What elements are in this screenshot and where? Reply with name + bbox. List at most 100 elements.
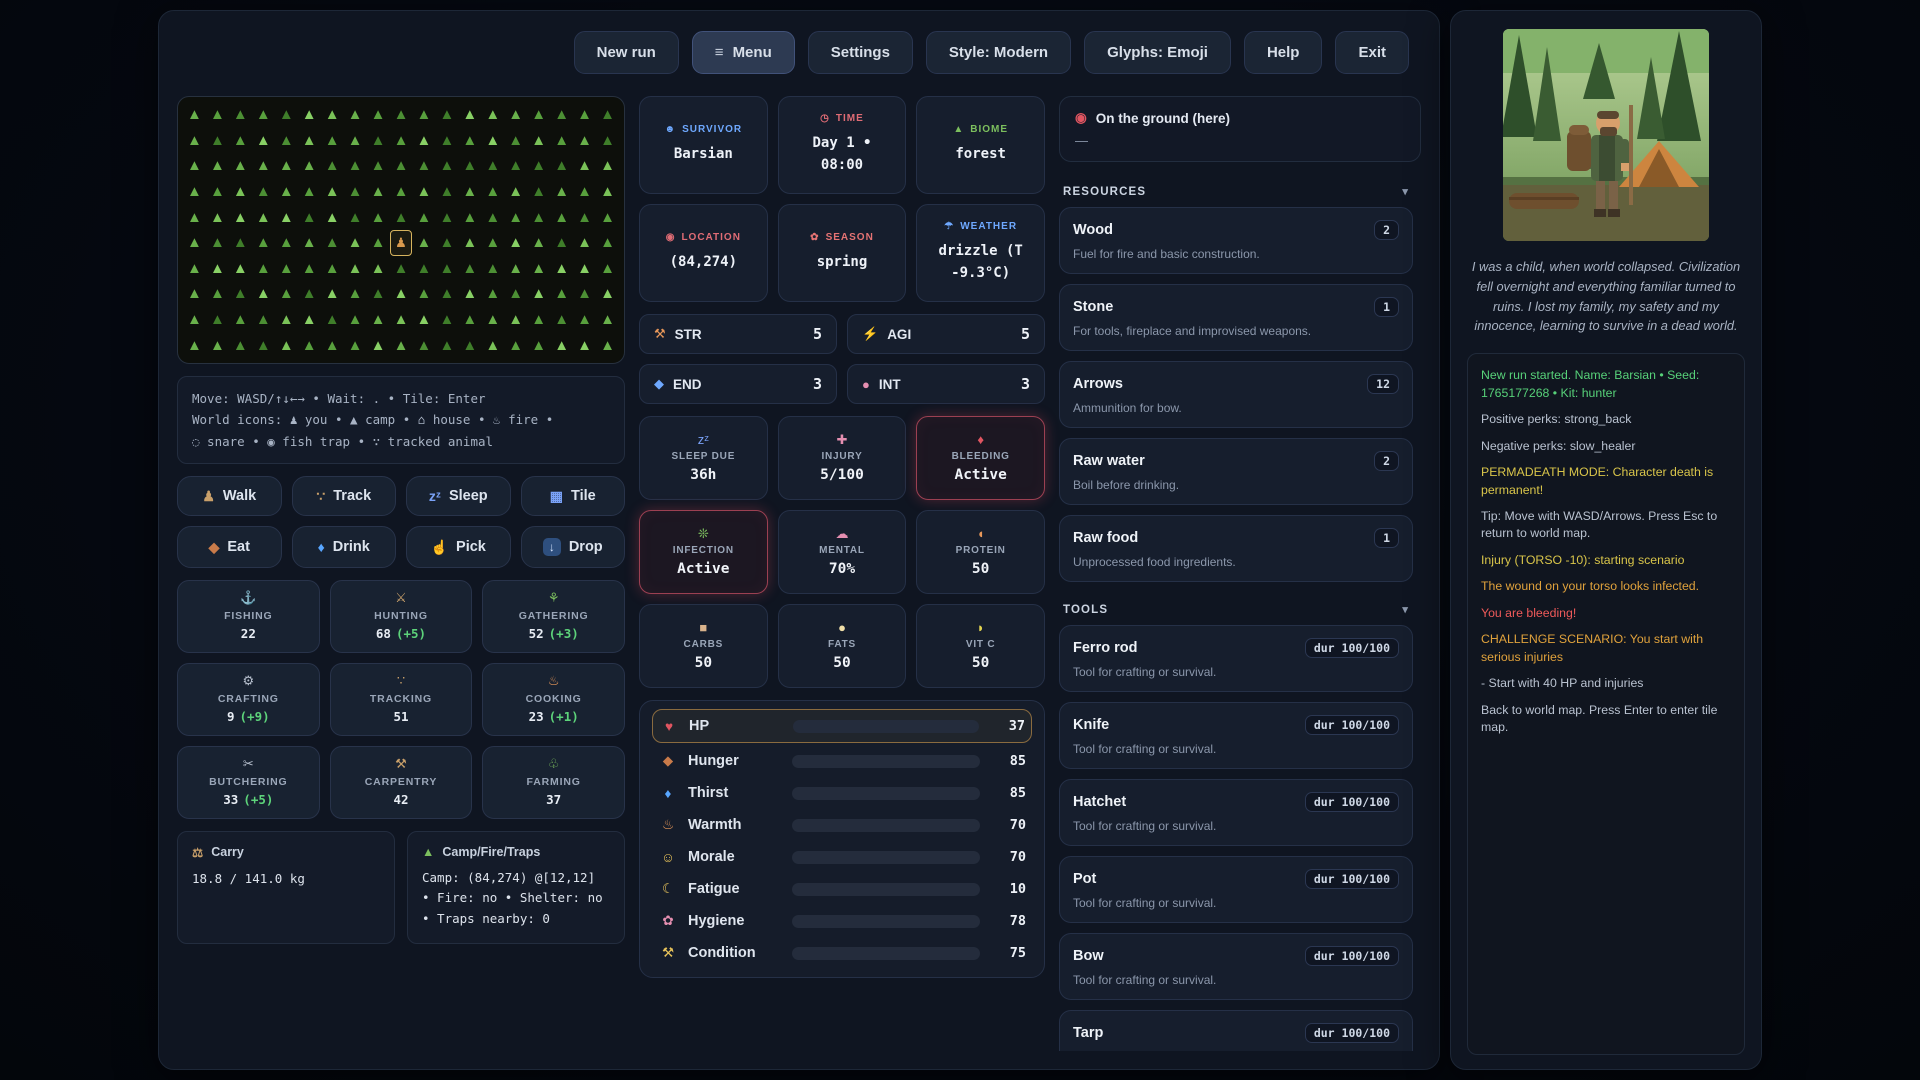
tree-tile: ▲ (527, 204, 550, 230)
tree-tile: ▲ (321, 332, 344, 358)
info-card-label: WEATHER (960, 221, 1017, 232)
hunting-icon: ⚔ (395, 591, 407, 606)
toolbar: New run ≡ Menu Settings Style: Modern (159, 11, 1439, 86)
tree-tile: ▲ (573, 128, 596, 154)
resource-wood[interactable]: Wood 2 Fuel for fire and basic construct… (1059, 207, 1413, 274)
eat-button[interactable]: ◆ Eat (177, 526, 282, 568)
end-card: ◆ END 3 (639, 364, 837, 404)
inventory-scroll-area[interactable]: RESOURCES ▾ Wood 2 Fuel for fire and bas… (1059, 174, 1421, 1051)
int-card: ● INT 3 (847, 364, 1045, 404)
tree-tile: ▲ (344, 332, 367, 358)
glyphs-button[interactable]: Glyphs: Emoji (1084, 31, 1231, 74)
tree-tile: ▲ (435, 179, 458, 205)
new-run-button[interactable]: New run (574, 31, 679, 74)
resource-raw-water[interactable]: Raw water 2 Boil before drinking. (1059, 438, 1413, 505)
tree-tile: ▲ (390, 204, 413, 230)
protein-card: ◖ PROTEIN 50 (916, 510, 1045, 594)
log-line: Positive perks: strong_back (1481, 411, 1731, 428)
track-button[interactable]: ∵ Track (292, 476, 397, 516)
status-value: 50 (695, 655, 712, 671)
drink-button[interactable]: ♦ Drink (292, 526, 397, 568)
tree-tile: ▲ (481, 128, 504, 154)
bar-label: Hunger (688, 753, 782, 769)
item-count-badge: 1 (1374, 528, 1399, 548)
attribute-label: INT (879, 377, 901, 392)
tent-icon: ▲ (422, 845, 434, 859)
resource-arrows[interactable]: Arrows 12 Ammunition for bow. (1059, 361, 1413, 428)
sleep-button[interactable]: zᶻ Sleep (406, 476, 511, 516)
bar-track (792, 883, 980, 896)
tool-hatchet[interactable]: Hatchet dur 100/100 Tool for crafting or… (1059, 779, 1413, 846)
settings-button[interactable]: Settings (808, 31, 913, 74)
tools-section-header[interactable]: TOOLS ▾ (1059, 592, 1413, 625)
tree-tile: ▲ (550, 256, 573, 282)
tree-tile: ▲ (252, 332, 275, 358)
resource-stone[interactable]: Stone 1 For tools, fireplace and improvi… (1059, 284, 1413, 351)
drop-button[interactable]: ↓ Drop (521, 526, 626, 568)
attribute-value: 3 (1021, 375, 1030, 393)
tree-tile: ▲ (275, 153, 298, 179)
item-description: Unprocessed food ingredients. (1073, 555, 1399, 569)
tree-tile: ▲ (573, 332, 596, 358)
tree-tile: ▲ (412, 153, 435, 179)
tree-tile: ▲ (596, 128, 619, 154)
tree-tile: ▲ (550, 281, 573, 307)
tree-tile: ▲ (527, 256, 550, 282)
hygiene-row: ✿ Hygiene 78 (652, 905, 1032, 937)
tree-tile: ▲ (504, 179, 527, 205)
tree-tile: ▲ (275, 128, 298, 154)
skill-hunting: ⚔ HUNTING 68(+5) (330, 580, 473, 653)
walk-button[interactable]: ♟ Walk (177, 476, 282, 516)
menu-button[interactable]: ≡ Menu (692, 31, 795, 74)
tree-tile: ▲ (435, 307, 458, 333)
status-label: MENTAL (819, 545, 865, 556)
carry-title: Carry (211, 845, 244, 859)
carbs-card: ■ CARBS 50 (639, 604, 768, 688)
tree-tile: ▲ (344, 307, 367, 333)
skill-value: 23(+1) (529, 709, 579, 724)
tree-tile: ▲ (275, 256, 298, 282)
tree-tile: ▲ (435, 153, 458, 179)
skill-name: HUNTING (374, 610, 428, 622)
tool-tarp[interactable]: Tarp dur 100/100 Tool for crafting or su… (1059, 1010, 1413, 1051)
tile-map-view[interactable]: ▲▲▲▲▲▲▲▲▲▲▲▲▲▲▲▲▲▲▲▲▲▲▲▲▲▲▲▲▲▲▲▲▲▲▲▲▲▲▲▲… (177, 96, 625, 364)
tool-ferro-rod[interactable]: Ferro rod dur 100/100 Tool for crafting … (1059, 625, 1413, 692)
tree-tile: ▲ (504, 128, 527, 154)
toolbar-button-label: Menu (733, 44, 772, 61)
action-button-label: Drop (569, 539, 603, 555)
tree-tile: ▲ (206, 332, 229, 358)
sleep-due-card: zᶻ SLEEP DUE 36h (639, 416, 768, 500)
resources-section-header[interactable]: RESOURCES ▾ (1059, 174, 1413, 207)
help-button[interactable]: Help (1244, 31, 1323, 74)
tree-tile: ▲ (321, 281, 344, 307)
bread-icon: ■ (699, 621, 707, 634)
skill-name: FARMING (527, 776, 581, 788)
bandage-icon: ✚ (837, 433, 848, 446)
tool-knife[interactable]: Knife dur 100/100 Tool for crafting or s… (1059, 702, 1413, 769)
tree-tile: ▲ (412, 204, 435, 230)
tree-tile: ▲ (412, 281, 435, 307)
status-value: 36h (690, 467, 716, 483)
skill-cooking: ♨ COOKING 23(+1) (482, 663, 625, 736)
skill-value: 51 (393, 709, 408, 724)
tool-pot[interactable]: Pot dur 100/100 Tool for crafting or sur… (1059, 856, 1413, 923)
exit-button[interactable]: Exit (1335, 31, 1409, 74)
tree-tile: ▲ (367, 332, 390, 358)
pick-button[interactable]: ☝ Pick (406, 526, 511, 568)
item-description: Fuel for fire and basic construction. (1073, 247, 1399, 261)
tool-bow[interactable]: Bow dur 100/100 Tool for crafting or sur… (1059, 933, 1413, 1000)
status-label: SLEEP DUE (671, 451, 735, 462)
meat-icon: ◆ (209, 540, 220, 554)
item-description: Tool for crafting or survival. (1073, 973, 1399, 987)
tree-tile: ▲ (435, 128, 458, 154)
resource-raw-food[interactable]: Raw food 1 Unprocessed food ingredients. (1059, 515, 1413, 582)
tree-tile: ▲ (344, 230, 367, 256)
inventory-column: ◉ On the ground (here) — RESOURCES ▾ (1059, 96, 1421, 1051)
tree-tile: ▲ (367, 179, 390, 205)
log-line: Back to world map. Press Enter to enter … (1481, 702, 1731, 737)
tree-icon: ▲ (953, 124, 964, 135)
camp-title: Camp/Fire/Traps (442, 845, 540, 859)
tree-tile: ▲ (275, 179, 298, 205)
style-button[interactable]: Style: Modern (926, 31, 1071, 74)
tile-button[interactable]: ▦ Tile (521, 476, 626, 516)
